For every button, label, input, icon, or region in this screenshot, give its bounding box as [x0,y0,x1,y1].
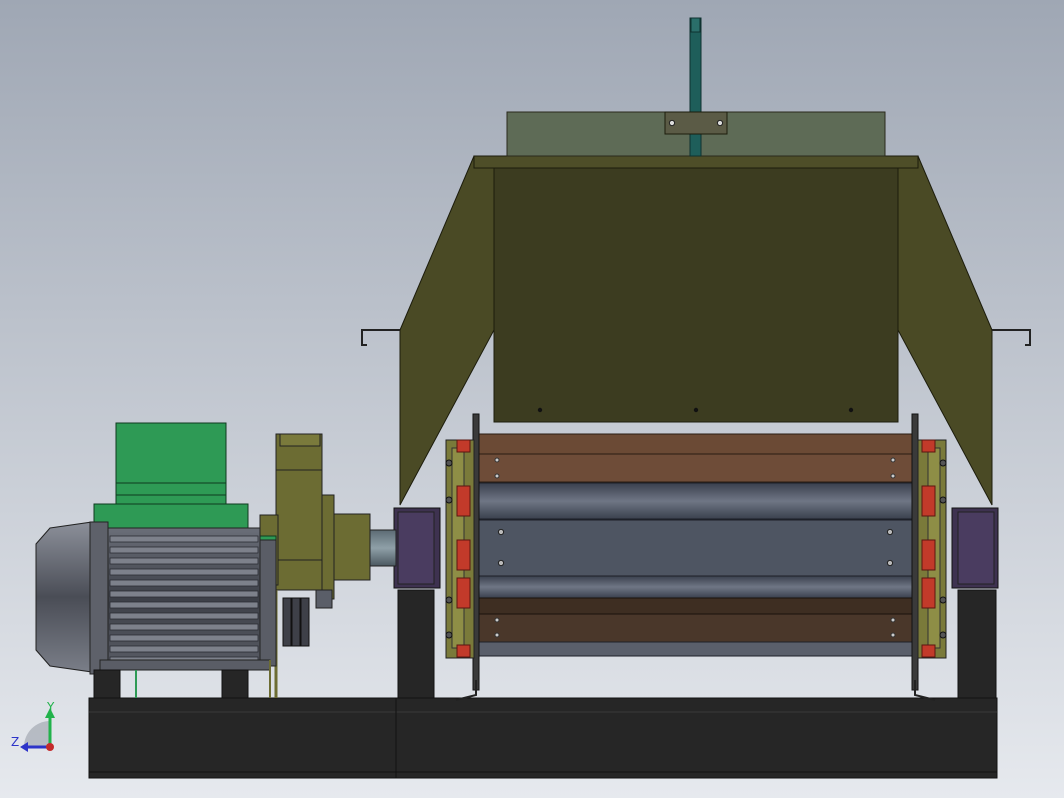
tooth-red [921,539,936,571]
triad-y-label: Y [46,700,55,714]
bolt [494,617,500,623]
right-sprocket-stack[interactable] [917,439,947,659]
bolt [886,528,894,536]
roller-steel-2 [476,519,914,577]
motor-foot [221,669,249,699]
bearing-inner [397,511,435,585]
feed-rod-cap [690,17,701,33]
bolt [445,459,453,467]
bolt [890,617,896,623]
cooling-fin [109,601,259,609]
bolt [445,631,453,639]
triad-z-label: Z [11,735,19,749]
bolt [497,528,505,536]
gearbox-housing [275,433,323,591]
tooth-red [456,644,471,658]
bolt [716,119,724,127]
roller-brown-upper [476,433,914,455]
motor-foot [93,669,121,699]
bolt [939,496,947,504]
tooth-red [921,485,936,517]
gearbox-foot [300,597,310,647]
bolt [494,457,500,463]
right-leg [957,589,997,699]
left-leg [397,589,435,699]
cooling-fin [109,645,259,653]
gearbox-foot [282,597,292,647]
roller-brown-lower-2 [476,613,914,643]
tooth-red [456,485,471,517]
left-bearing-block[interactable] [393,507,441,589]
motor-end-shield [259,539,277,667]
gearbox-outlet [315,589,333,609]
tooth-red [921,439,936,453]
bolt [890,457,896,463]
gearbox-foot [291,597,301,647]
bolt [445,496,453,504]
motor-flange [89,521,109,675]
bolt [939,596,947,604]
base-beam [88,697,998,779]
tooth-red [456,439,471,453]
motor-base-plate [99,659,271,671]
roller-brown-upper-2 [476,453,914,483]
bolt [848,407,854,413]
bearing-inner [957,511,995,585]
cooling-fin [109,634,259,642]
bolt [890,632,896,638]
roller-bottom-strip [476,641,914,657]
hopper-front-panel [493,167,899,423]
bolt [537,407,543,413]
bolt [497,559,505,567]
cooling-fin [109,568,259,576]
cad-scene: Y Z [0,0,1064,798]
feed-rod-shaft [689,17,702,157]
motor-mount-green [93,503,249,529]
bolt [668,119,676,127]
bolt [890,473,896,479]
bolt [693,407,699,413]
bolt [886,559,894,567]
bolt [939,631,947,639]
roller-steel-3 [476,575,914,599]
coupling-hub [331,513,371,581]
cooling-fin [109,579,259,587]
cooling-fin [109,535,259,543]
tooth-red [921,644,936,658]
right-end-plate [911,413,919,691]
tooth-red [456,539,471,571]
left-sprocket-stack[interactable] [445,439,475,659]
bolt [445,596,453,604]
cooling-fin [109,612,259,620]
hopper-top-rim [473,155,919,169]
roller-brown-lower [476,597,914,615]
motor-fan-cover [35,521,93,673]
roller-steel-1 [476,482,914,520]
cooling-fin [109,623,259,631]
tooth-red [456,577,471,609]
right-bearing-block[interactable] [951,507,999,589]
cooling-fin [109,557,259,565]
drive-shaft [369,529,397,567]
cooling-fin [109,546,259,554]
tooth-red [921,577,936,609]
triad-origin-icon [46,743,54,751]
cooling-fin [109,590,259,598]
bolt [494,473,500,479]
bolt [939,459,947,467]
gearbox-top [279,433,321,447]
cad-viewport[interactable]: Y Z [0,0,1064,798]
bolt [494,632,500,638]
